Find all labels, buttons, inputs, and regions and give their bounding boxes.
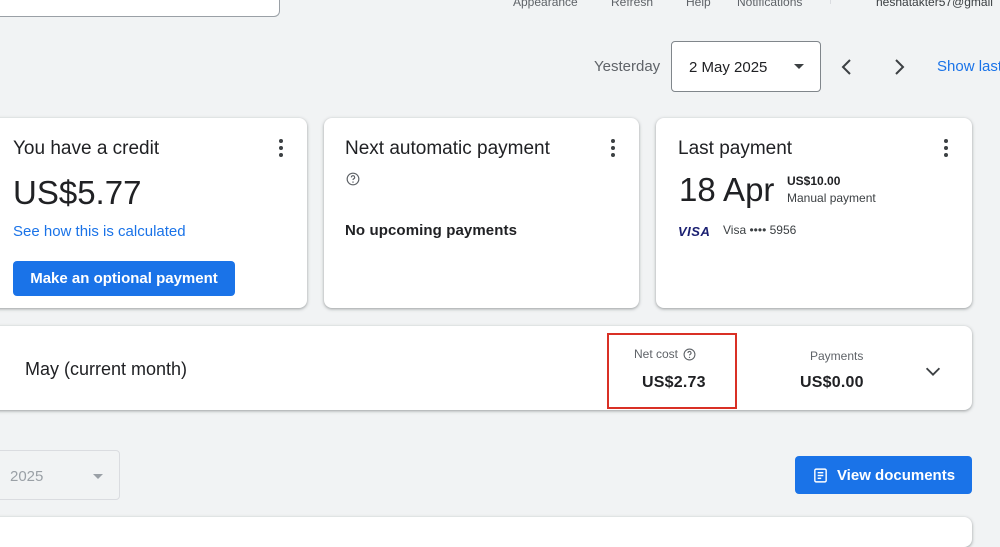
last-payment-card: Last payment 18 Apr US$10.00 Manual paym… — [656, 118, 972, 308]
more-vert-icon[interactable] — [944, 139, 948, 157]
no-upcoming-text: No upcoming payments — [345, 222, 518, 239]
month-summary-bar[interactable]: May (current month) Net cost US$2.73 Pay… — [0, 326, 972, 410]
year-select[interactable]: 2025 — [0, 450, 120, 500]
more-vert-icon[interactable] — [279, 139, 283, 157]
more-vert-icon[interactable] — [611, 139, 615, 157]
account-email[interactable]: neshatakter57@gmail — [876, 0, 993, 9]
date-range-label: Yesterday — [594, 58, 661, 75]
help-icon[interactable] — [683, 348, 696, 361]
credit-card: You have a credit US$5.77 See how this i… — [0, 118, 307, 308]
last-payment-date: 18 Apr — [679, 171, 775, 208]
card-number: Visa •••• 5956 — [723, 223, 797, 237]
caret-down-icon — [93, 474, 103, 479]
net-cost-label-text: Net cost — [634, 347, 679, 361]
next-payment-card: Next automatic payment No upcoming payme… — [324, 118, 639, 308]
expand-more-icon[interactable] — [922, 360, 944, 382]
date-select-value: 2 May 2025 — [689, 59, 768, 76]
last-payment-title: Last payment — [678, 138, 793, 159]
year-select-value: 2025 — [10, 468, 44, 485]
next-payment-title: Next automatic payment — [345, 138, 550, 159]
document-icon — [814, 467, 827, 483]
nav-notifications[interactable]: Notifications — [737, 0, 802, 9]
view-documents-button[interactable]: View documents — [795, 456, 972, 494]
date-select[interactable]: 2 May 2025 — [671, 41, 821, 92]
month-title: May (current month) — [25, 359, 188, 379]
credit-title: You have a credit — [13, 138, 160, 159]
documents-table-card — [0, 517, 972, 547]
net-cost-highlight — [607, 333, 737, 409]
chevron-right-icon[interactable] — [887, 55, 911, 79]
search-box[interactable] — [0, 0, 280, 17]
help-icon[interactable] — [346, 172, 360, 186]
payments-label: Payments — [810, 349, 864, 363]
nav-refresh[interactable]: Refresh — [611, 0, 653, 9]
nav-help[interactable]: Help — [686, 0, 711, 9]
chevron-left-icon[interactable] — [835, 55, 859, 79]
show-last-link[interactable]: Show last — [937, 58, 1000, 75]
net-cost-value: US$2.73 — [642, 374, 706, 391]
visa-logo: VISA — [678, 224, 711, 239]
payments-value: US$0.00 — [800, 374, 864, 391]
net-cost-label: Net cost — [634, 347, 696, 361]
credit-amount: US$5.77 — [13, 174, 142, 211]
see-calculation-link[interactable]: See how this is calculated — [13, 223, 186, 240]
nav-appearance[interactable]: Appearance — [513, 0, 578, 9]
caret-down-icon — [794, 64, 804, 69]
last-payment-method: Manual payment — [787, 191, 876, 205]
view-documents-label: View documents — [836, 466, 956, 484]
last-payment-amount: US$10.00 — [787, 174, 841, 188]
nav-divider — [830, 0, 831, 4]
make-payment-button[interactable]: Make an optional payment — [13, 261, 235, 296]
